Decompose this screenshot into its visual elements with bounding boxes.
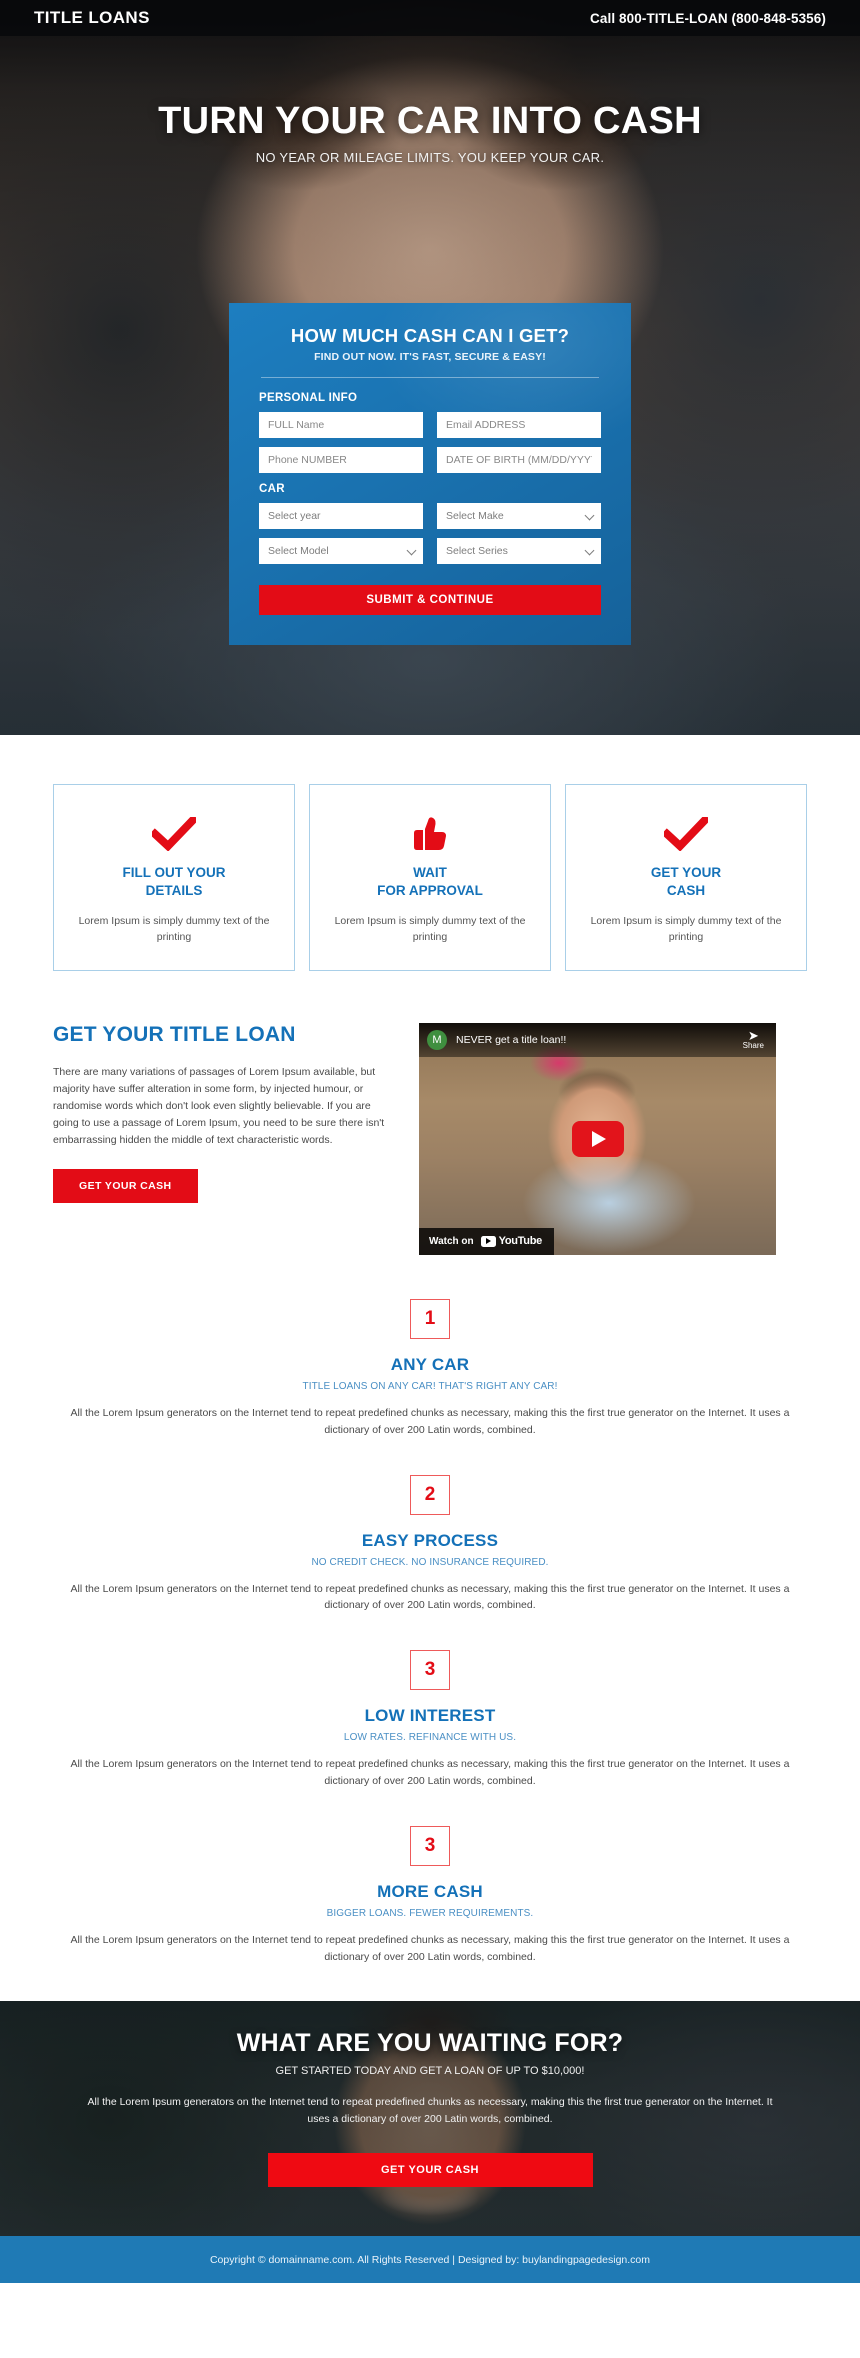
share-icon: ➤ [747, 1027, 759, 1043]
page-footer: Copyright © domainname.com. All Rights R… [0, 2236, 860, 2284]
email-input[interactable] [437, 412, 601, 438]
get-your-cash-button[interactable]: GET YOUR CASH [53, 1168, 198, 1203]
hero-section: TITLE LOANS Call 800-TITLE-LOAN (800-848… [0, 0, 860, 735]
submit-continue-button[interactable]: SUBMIT & CONTINUE [259, 585, 601, 615]
top-navigation-bar: TITLE LOANS Call 800-TITLE-LOAN (800-848… [0, 0, 860, 36]
form-title: HOW MUCH CASH CAN I GET? [290, 325, 570, 346]
step-text: Lorem Ipsum is simply dummy text of the … [78, 915, 270, 944]
feature-text: All the Lorem Ipsum generators on the In… [70, 1582, 790, 1612]
section-paragraph: There are many variations of passages of… [53, 1065, 385, 1146]
feature-text: All the Lorem Ipsum generators on the In… [70, 1933, 790, 1963]
share-button[interactable]: ➤ Share [742, 1027, 764, 1050]
cta-subheadline: GET STARTED TODAY AND GET A LOAN OF UP T… [275, 2065, 585, 2078]
call-to-action-section: WHAT ARE YOU WAITING FOR? GET STARTED TO… [0, 2001, 860, 2237]
feature-title: MORE CASH [377, 1881, 483, 1901]
title-loan-section: GET YOUR TITLE LOAN There are many varia… [0, 971, 860, 1255]
feature-title: EASY PROCESS [361, 1530, 499, 1550]
car-info-legend: CAR [259, 483, 285, 495]
step-box-3: GET YOUR CASH Lorem Ipsum is simply dumm… [565, 784, 807, 971]
date-of-birth-input[interactable] [437, 447, 601, 473]
step-text: Lorem Ipsum is simply dummy text of the … [334, 915, 526, 944]
step-text: Lorem Ipsum is simply dummy text of the … [590, 915, 782, 944]
cta-text: All the Lorem Ipsum generators on the In… [87, 2096, 773, 2126]
feature-subtitle: TITLE LOANS ON ANY CAR! THAT'S RIGHT ANY… [302, 1380, 558, 1392]
select-series-dropdown[interactable]: Select Series [437, 538, 601, 564]
full-name-input[interactable] [259, 412, 423, 438]
lead-capture-form: HOW MUCH CASH CAN I GET? FIND OUT NOW. I… [229, 303, 631, 645]
personal-field-row-2 [259, 447, 601, 473]
channel-avatar[interactable]: M [427, 1029, 447, 1050]
feature-block-4: 3 MORE CASH BIGGER LOANS. FEWER REQUIREM… [0, 1825, 860, 1966]
feature-subtitle: BIGGER LOANS. FEWER REQUIREMENTS. [326, 1907, 534, 1919]
feature-block-3: 3 LOW INTEREST LOW RATES. REFINANCE WITH… [0, 1650, 860, 1790]
brand-logo[interactable]: TITLE LOANS [34, 8, 150, 28]
personal-info-legend: PERSONAL INFO [259, 392, 358, 404]
full-name-field-wrap [259, 412, 423, 438]
copyright-text: Copyright © domainname.com. All Rights R… [209, 2253, 651, 2266]
hero-headline: TURN YOUR CAR INTO CASH [158, 100, 702, 142]
car-field-row-1: Select year Select Make [259, 503, 601, 529]
title-loan-copy: GET YOUR TITLE LOAN There are many varia… [53, 1023, 393, 1255]
step-box-1: FILL OUT YOUR DETAILS Lorem Ipsum is sim… [53, 784, 295, 971]
select-model-dropdown[interactable]: Select Model [259, 538, 423, 564]
car-field-row-2: Select Model Select Series [259, 538, 601, 564]
step-title: FILL OUT YOUR DETAILS [122, 865, 226, 899]
feature-subtitle: LOW RATES. REFINANCE WITH US. [343, 1732, 517, 1744]
year-field-wrap: Select year [259, 503, 423, 529]
video-top-bar: M NEVER get a title loan!! ➤ Share [419, 1022, 776, 1057]
feature-title: ANY CAR [390, 1354, 470, 1374]
youtube-video-embed[interactable]: M NEVER get a title loan!! ➤ Share Watch… [419, 1022, 776, 1255]
youtube-play-icon [480, 1235, 496, 1247]
step-title: GET YOUR CASH [650, 865, 722, 899]
feature-text: All the Lorem Ipsum generators on the In… [70, 1406, 790, 1436]
phone-input[interactable] [259, 447, 423, 473]
model-field-wrap: Select Model [259, 538, 423, 564]
select-year-dropdown[interactable]: Select year [259, 503, 423, 529]
feature-number-badge: 2 [410, 1474, 450, 1515]
make-field-wrap: Select Make [437, 503, 601, 529]
hero-subheadline: NO YEAR OR MILEAGE LIMITS. YOU KEEP YOUR… [255, 150, 605, 165]
steps-section: FILL OUT YOUR DETAILS Lorem Ipsum is sim… [0, 735, 860, 971]
feature-text: All the Lorem Ipsum generators on the In… [70, 1758, 790, 1787]
feature-title: LOW INTEREST [364, 1706, 496, 1726]
section-heading: GET YOUR TITLE LOAN [53, 1022, 296, 1046]
play-button[interactable] [571, 1120, 624, 1157]
dob-field-wrap [437, 447, 601, 473]
form-divider [261, 377, 599, 378]
feature-block-1: 1 ANY CAR TITLE LOANS ON ANY CAR! THAT'S… [0, 1298, 860, 1439]
share-label: Share [742, 1040, 764, 1050]
youtube-logo: YouTube [480, 1235, 543, 1248]
email-field-wrap [437, 412, 601, 438]
cta-content: WHAT ARE YOU WAITING FOR? GET STARTED TO… [0, 2001, 860, 2188]
feature-subtitle: NO CREDIT CHECK. NO INSURANCE REQUIRED. [311, 1556, 549, 1568]
watch-on-youtube-button[interactable]: Watch on YouTube [419, 1227, 554, 1255]
youtube-wordmark: YouTube [498, 1235, 543, 1248]
feature-number-badge: 3 [410, 1825, 450, 1866]
phone-field-wrap [259, 447, 423, 473]
hero-content: TURN YOUR CAR INTO CASH NO YEAR OR MILEA… [0, 100, 860, 165]
cta-get-your-cash-button[interactable]: GET YOUR CASH [267, 2153, 593, 2188]
form-subtitle: FIND OUT NOW. IT'S FAST, SECURE & EASY! [314, 351, 546, 363]
watch-on-label: Watch on [429, 1235, 474, 1247]
phone-number-link[interactable]: Call 800-TITLE-LOAN (800-848-5356) [590, 11, 826, 26]
video-title[interactable]: NEVER get a title loan!! [456, 1034, 743, 1046]
thumbs-up-icon [324, 811, 536, 856]
check-icon [580, 811, 792, 856]
series-field-wrap: Select Series [437, 538, 601, 564]
select-make-dropdown[interactable]: Select Make [437, 503, 601, 529]
feature-block-2: 2 EASY PROCESS NO CREDIT CHECK. NO INSUR… [0, 1474, 860, 1615]
step-title: WAIT FOR APPROVAL [377, 865, 483, 899]
feature-number-badge: 3 [410, 1650, 450, 1691]
personal-field-row-1 [259, 412, 601, 438]
cta-headline: WHAT ARE YOU WAITING FOR? [236, 2029, 624, 2058]
play-icon [592, 1130, 606, 1147]
features-section: 1 ANY CAR TITLE LOANS ON ANY CAR! THAT'S… [0, 1255, 860, 1965]
feature-number-badge: 1 [410, 1298, 450, 1339]
check-icon [68, 811, 280, 856]
step-box-2: WAIT FOR APPROVAL Lorem Ipsum is simply … [309, 784, 551, 971]
